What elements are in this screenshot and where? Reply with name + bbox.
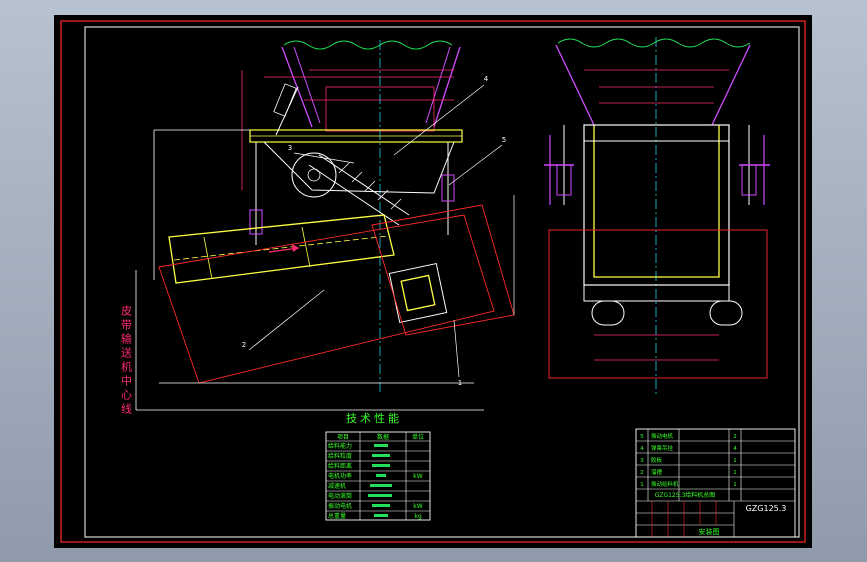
flow-arrowhead [292, 244, 299, 252]
material-surface [283, 40, 453, 50]
tb-row-qty: 1 [733, 458, 737, 464]
spec-table: 技术性能 项目 数据 单位 给料能力 给料粒度 给料距离 电机功率 减速机 电动… [325, 411, 431, 521]
view-name: 安装图 [699, 527, 720, 536]
wheel-left [591, 300, 625, 326]
tb-row-name: 振动给料机 [651, 480, 679, 488]
tb-row-no: 5 [640, 434, 644, 440]
spec-table-title: 技术性能 [346, 411, 402, 425]
chute-outline [263, 141, 455, 194]
dim-box [325, 86, 435, 132]
tb-row-qty: 4 [733, 446, 737, 452]
balloon-label: 2 [242, 341, 246, 349]
conveyor-teeth [338, 162, 402, 210]
tb-row-no: 2 [640, 470, 644, 476]
hopper-wall-end-left [555, 44, 595, 126]
balloon-label: 1 [458, 379, 462, 387]
spec-header: 单位 [412, 433, 424, 441]
top-beam-end [583, 124, 730, 142]
spec-row-label: 电动滚筒 [328, 492, 352, 500]
balloon-label: 5 [502, 136, 506, 144]
vibrating-motor [388, 262, 448, 324]
title-block: 5 振动电机 2 4 弹簧吊挂 4 3 胶板 1 2 溜槽 1 1 振动给料机 … [635, 428, 796, 538]
spec-row-label: 减速机 [328, 482, 346, 490]
spec-row-unit: kW [413, 503, 422, 510]
assembly-drawing: 3 4 5 2 1 皮带输送机中心线 技术性能 项目 数据 单位 给料能力 给料… [60, 20, 806, 543]
swing-envelope-end [548, 229, 768, 379]
tb-row-qty: 2 [733, 434, 737, 440]
hopper-wall-right [433, 46, 461, 128]
tb-row-name: 弹簧吊挂 [651, 444, 674, 452]
tb-row-qty: 1 [733, 482, 737, 488]
feeder-trough [168, 214, 395, 284]
outer-border [60, 20, 806, 543]
conveyor-center-note: 皮带输送机中心线 [120, 305, 133, 417]
wheel-right [709, 300, 743, 326]
tb-row-no: 3 [640, 458, 644, 464]
side-view: 3 4 5 2 1 皮带输送机中心线 [120, 40, 515, 417]
balloon-label: 4 [484, 75, 489, 83]
leader-lines [248, 84, 503, 378]
spec-row-label: 给料能力 [328, 442, 352, 450]
cad-viewport: 3 4 5 2 1 皮带输送机中心线 技术性能 项目 数据 单位 给料能力 给料… [0, 0, 867, 562]
hopper-wall-end-right [711, 44, 751, 126]
spec-header: 项目 [337, 434, 349, 441]
spec-table-headers: 项目 数据 单位 [337, 433, 424, 441]
base-frame-end [583, 284, 730, 302]
conveyor-belt-upper [318, 154, 410, 216]
end-view [544, 37, 770, 395]
trough-end-body [593, 125, 720, 278]
product-name: GZG125.3给料机总图 [655, 491, 716, 499]
tb-row-no: 1 [640, 482, 644, 488]
hopper-wall-right-inner [425, 46, 451, 124]
spec-row-label: 给料距离 [328, 462, 352, 470]
balloon-label: 3 [288, 144, 292, 152]
material-surface-end [557, 38, 751, 48]
spec-row-unit: kg [414, 513, 421, 520]
tb-row-name: 振动电机 [651, 432, 674, 440]
spec-row-label: 给料粒度 [328, 452, 352, 460]
hopper-wall-left-inner [293, 46, 321, 124]
drawing-number: GZG125.3 [746, 504, 787, 513]
title-block-rows: 5 振动电机 2 4 弹簧吊挂 4 3 胶板 1 2 溜槽 1 1 振动给料机 … [640, 432, 737, 488]
trough-stiffener [301, 226, 311, 268]
tb-row-name: 胶板 [651, 456, 663, 464]
tb-row-qty: 1 [733, 470, 737, 476]
hanger-spring [273, 83, 297, 117]
spec-row-label: 电机功率 [328, 472, 352, 480]
spec-row-label: 振动电机 [328, 502, 352, 510]
tb-row-name: 溜槽 [651, 468, 663, 476]
trough-end-outline [583, 124, 730, 286]
tb-row-no: 4 [640, 446, 644, 452]
motor-envelope [371, 204, 515, 336]
drawing-sheet: 3 4 5 2 1 皮带输送机中心线 技术性能 项目 数据 单位 给料能力 给料… [54, 15, 812, 548]
spec-row-label: 总重量 [328, 512, 346, 520]
spec-value-bars [368, 444, 392, 517]
spec-header: 数据 [377, 433, 389, 441]
spec-row-unit: kW [413, 473, 422, 480]
